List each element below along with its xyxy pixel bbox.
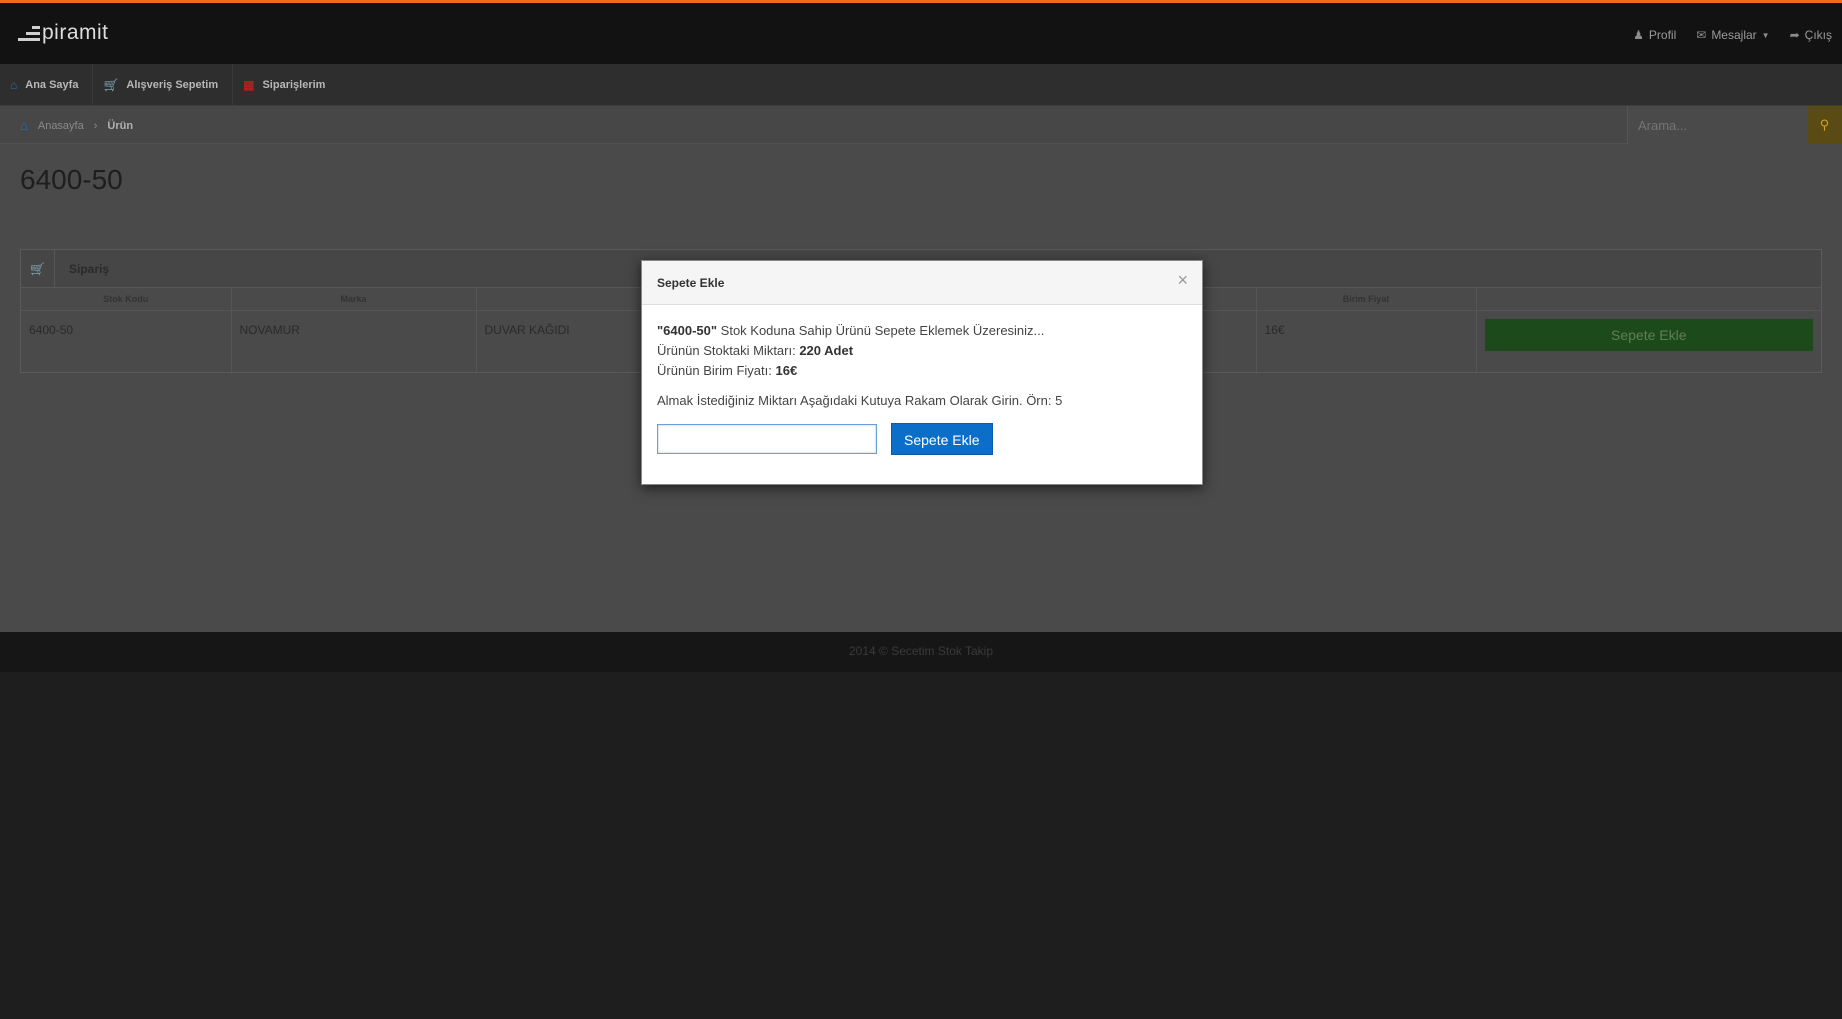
order-widget-title: Sipariş — [69, 261, 110, 276]
nav-item-label: Alışveriş Sepetim — [126, 78, 219, 91]
envelope-icon: ✉ — [1696, 28, 1707, 42]
nav-item-label: Ana Sayfa — [25, 78, 79, 91]
search-icon: ⚲ — [1819, 117, 1830, 132]
user-nav: ♟ Profil ✉ Mesajlar ▼ ➦ Çıkış — [1633, 28, 1832, 42]
modal-intro-text: Stok Koduna Sahip Ürünü Sepete Eklemek Ü… — [717, 323, 1045, 338]
page: piramit ♟ Profil ✉ Mesajlar ▼ ➦ Çıkış ⌂ … — [0, 0, 1842, 1019]
home-icon: ⌂ — [20, 118, 28, 133]
logout-label: Çıkış — [1804, 28, 1832, 42]
search-bar: ⚲ — [1627, 106, 1842, 144]
modal-stock-line: Ürünün Stoktaki Miktarı: 220 Adet — [657, 341, 1187, 361]
column-header: Marka — [231, 288, 477, 311]
share-arrow-icon: ➦ — [1789, 28, 1800, 42]
breadcrumb: ⌂ Anasayfa › Ürün — [20, 118, 133, 133]
close-icon[interactable]: × — [1177, 271, 1188, 289]
modal-title: Sepete Ekle — [657, 276, 725, 290]
modal-form: Sepete Ekle — [657, 423, 1187, 455]
modal-price-label: Ürünün Birim Fiyatı: — [657, 363, 776, 378]
column-header: Birim Fiyat — [1256, 288, 1477, 311]
modal-body: "6400-50" Stok Koduna Sahip Ürünü Sepete… — [642, 305, 1202, 471]
piramit-logo-icon — [18, 24, 40, 42]
add-to-cart-button[interactable]: Sepete Ekle — [1484, 318, 1813, 351]
user-icon: ♟ — [1633, 28, 1644, 42]
nav-item-cart[interactable]: 🛒 Alışveriş Sepetim — [93, 63, 234, 106]
brand-logo[interactable]: piramit — [18, 21, 109, 45]
modal-header: Sepete Ekle × — [642, 261, 1202, 305]
cell-stock-code: 6400-50 — [21, 310, 232, 372]
add-to-cart-modal: Sepete Ekle × "6400-50" Stok Koduna Sahi… — [641, 260, 1203, 485]
orders-icon: ▦ — [243, 77, 255, 92]
main-nav: ⌂ Ana Sayfa 🛒 Alışveriş Sepetim ▦ Sipari… — [0, 63, 1842, 106]
modal-price-value: 16€ — [775, 363, 798, 378]
nav-item-orders[interactable]: ▦ Siparişlerim — [233, 64, 339, 106]
modal-submit-button[interactable]: Sepete Ekle — [891, 423, 993, 455]
messages-dropdown[interactable]: ✉ Mesajlar ▼ — [1696, 28, 1769, 42]
breadcrumb-current: Ürün — [107, 119, 134, 132]
cart-icon: 🛒 — [21, 249, 55, 288]
breadcrumb-bar: ⌂ Anasayfa › Ürün ⚲ — [0, 106, 1842, 144]
cell-action: Sepete Ekle — [1476, 310, 1821, 372]
column-header: Stok Kodu — [21, 288, 232, 311]
home-icon: ⌂ — [10, 77, 18, 92]
page-title: 6400-50 — [20, 164, 123, 195]
quantity-input[interactable] — [657, 424, 877, 454]
cell-brand: NOVAMUR — [231, 310, 477, 372]
caret-down-icon: ▼ — [1761, 30, 1770, 40]
search-button[interactable]: ⚲ — [1807, 106, 1842, 144]
modal-hint: Almak İstediğiniz Miktarı Aşağıdaki Kutu… — [657, 393, 1063, 408]
breadcrumb-home[interactable]: Anasayfa — [38, 120, 84, 132]
column-header — [1476, 288, 1821, 311]
cell-unit-price: 16€ — [1256, 310, 1477, 372]
modal-stock-value: 220 Adet — [799, 343, 854, 358]
messages-label: Mesajlar — [1711, 28, 1757, 42]
modal-stock-label: Ürünün Stoktaki Miktarı: — [657, 343, 800, 358]
modal-price-line: Ürünün Birim Fiyatı: 16€ — [657, 361, 1187, 381]
modal-intro-line: "6400-50" Stok Koduna Sahip Ürünü Sepete… — [657, 321, 1187, 341]
nav-item-home[interactable]: ⌂ Ana Sayfa — [0, 63, 94, 106]
nav-item-label: Siparişlerim — [262, 78, 326, 91]
cart-icon: 🛒 — [103, 77, 119, 92]
modal-stock-code: "6400-50" — [657, 323, 718, 338]
brand-name: piramit — [42, 21, 109, 44]
footer: 2014 © Secetim Stok Takip — [0, 632, 1842, 672]
search-input[interactable] — [1627, 106, 1807, 144]
top-navbar: piramit ♟ Profil ✉ Mesajlar ▼ ➦ Çıkış — [0, 0, 1842, 64]
logout-link[interactable]: ➦ Çıkış — [1790, 28, 1832, 42]
profile-label: Profil — [1648, 28, 1677, 42]
page-background — [0, 672, 1842, 1019]
chevron-right-icon: › — [93, 119, 98, 132]
profile-link[interactable]: ♟ Profil — [1633, 28, 1676, 42]
